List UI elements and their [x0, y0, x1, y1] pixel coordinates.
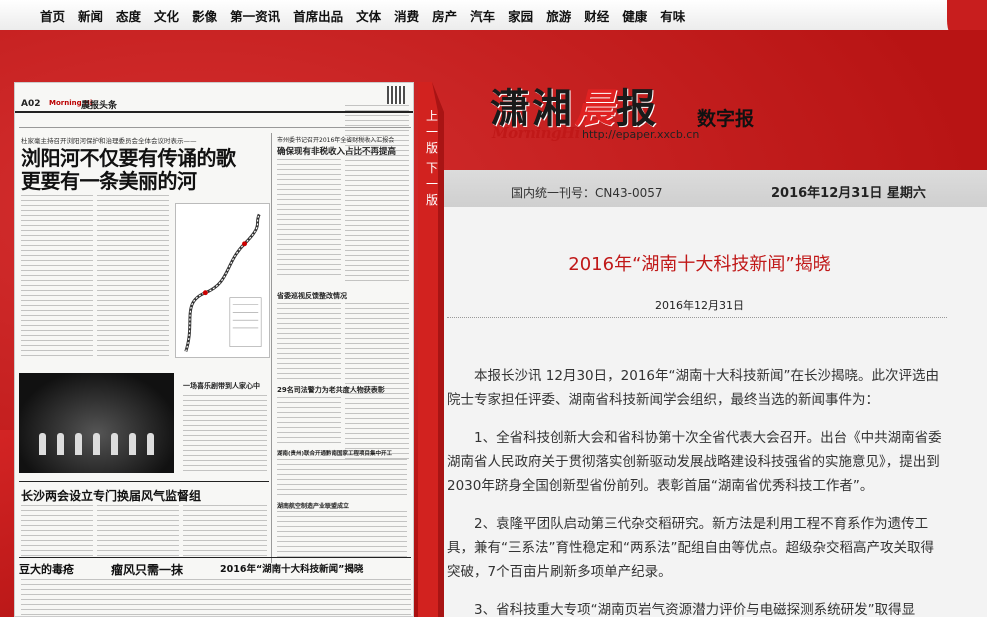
nav-item-health[interactable]: 健康	[622, 6, 647, 25]
lead-headline-line1: 浏阳河不仅要有传诵的歌	[21, 146, 236, 170]
article-paragraph: 3、省科技重大专项“湖南页岩气资源潜力评价与电磁探测系统研发”取得显	[474, 602, 916, 617]
nav-item-taste[interactable]: 有味	[660, 6, 685, 25]
photo-caption: 一场喜乐剧带到人家心中	[183, 382, 260, 390]
newspaper-page-thumbnail[interactable]: A02 Morning Hi 晨报头条 杜家毫主持召开浏阳河保护和治理委员会全体…	[14, 82, 414, 617]
column-divider	[271, 133, 272, 563]
lead-kicker: 杜家毫主持召开浏阳河保护和治理委员会全体会议时表示——	[21, 137, 197, 145]
text-column	[97, 195, 169, 360]
page-nav-tab: 上一版 下一版	[418, 82, 444, 617]
lead-headline-line2: 更要有一条美丽的河	[21, 169, 197, 193]
article-date: 2016年12月31日	[655, 299, 744, 312]
text-column	[345, 303, 409, 463]
top-nav-bar: 首页 新闻 态度 文化 影像 第一资讯 首席出品 文体 消费 房产 汽车 家园 …	[0, 0, 987, 30]
logo-english: MorningHi	[492, 124, 580, 142]
nav-item-auto[interactable]: 汽车	[470, 6, 495, 25]
mid-headline-4[interactable]: 湖南航空制造产业联盟成立	[277, 501, 349, 510]
qr-code-icon	[387, 86, 405, 104]
page-number: A02	[21, 99, 41, 109]
ad-headline-1[interactable]: 豆大的毒疮	[19, 561, 74, 577]
text-column	[277, 511, 407, 557]
issue-date: 2016年12月31日 星期六	[771, 186, 926, 201]
text-column	[21, 195, 93, 360]
bottom-article-headline[interactable]: 2016年“湖南十大科技新闻”揭晓	[220, 561, 363, 575]
stage-performance-photo[interactable]	[19, 373, 174, 473]
nav-item-travel[interactable]: 旅游	[546, 6, 571, 25]
text-column	[183, 505, 267, 557]
route-map-graphic	[184, 213, 262, 352]
logo-text-part2: 晨	[574, 85, 616, 132]
mid-headline-3[interactable]: 湖南(贵州)联合开通黔南国家工程项目集中开工	[277, 449, 392, 457]
lead-headline[interactable]: 浏阳河不仅要有传诵的歌 更要有一条美丽的河	[21, 147, 236, 193]
text-column	[277, 303, 341, 383]
text-column	[97, 505, 179, 557]
bottom-rule	[19, 557, 411, 558]
nav-item-sports[interactable]: 文体	[356, 6, 381, 25]
nav-item-news[interactable]: 新闻	[78, 6, 103, 25]
nav-item-image[interactable]: 影像	[192, 6, 217, 25]
article-title: 2016年“湖南十大科技新闻”揭晓	[568, 254, 831, 275]
digital-edition-label: 数字报	[697, 108, 755, 130]
nav-item-chief-production[interactable]: 首席出品	[293, 6, 343, 25]
main-nav: 首页 新闻 态度 文化 影像 第一资讯 首席出品 文体 消费 房产 汽车 家园 …	[40, 6, 698, 25]
nav-item-home[interactable]: 首页	[40, 6, 65, 25]
nav-item-consumer[interactable]: 消费	[394, 6, 419, 25]
nav-item-property[interactable]: 房产	[432, 6, 457, 25]
route-map-figure	[175, 203, 270, 358]
section-rule	[19, 481, 269, 482]
nav-item-finance[interactable]: 财经	[584, 6, 609, 25]
ad-headline-2[interactable]: 瘤风只需一抹	[111, 561, 183, 578]
text-column	[345, 105, 409, 285]
section-headline[interactable]: 长沙两会设立专门换届风气监督组	[21, 487, 201, 504]
nav-item-culture[interactable]: 文化	[154, 6, 179, 25]
text-column	[183, 395, 267, 475]
issn-number: 国内统一刊号：CN43-0057	[511, 186, 663, 200]
text-column	[277, 459, 407, 497]
mid-headline-1[interactable]: 省委巡视反馈整改情况	[277, 291, 347, 301]
logo-text-part3: 报	[616, 85, 658, 132]
nav-item-home-life[interactable]: 家园	[508, 6, 533, 25]
article-paragraph: 1、全省科技创新大会和省科协第十次全省代表大会召开。出台《中共湖南省委湖南省人民…	[447, 430, 942, 494]
section-name: 晨报头条	[81, 101, 118, 111]
text-column	[277, 397, 341, 447]
text-column	[21, 505, 93, 557]
nav-item-attitude[interactable]: 态度	[116, 6, 141, 25]
text-column	[277, 159, 341, 279]
article-body: 本报长沙讯 12月30日，2016年“湖南十大科技新闻”在长沙揭晓。此次评选由院…	[447, 364, 947, 617]
article-paragraph: 2、袁隆平团队启动第三代杂交稻研究。新方法是利用工程不育系作为遗传工具，兼有“三…	[447, 516, 934, 580]
next-page-button[interactable]: 下一版	[425, 160, 439, 208]
mid-headline-2[interactable]: 29名司法警力为老共度人物获表彰	[277, 385, 385, 395]
epaper-url[interactable]: http://epaper.xxcb.cn	[582, 128, 699, 141]
text-column	[21, 579, 411, 616]
title-divider	[447, 317, 947, 318]
prev-page-button[interactable]: 上一版	[425, 108, 439, 156]
nav-item-first-info[interactable]: 第一资讯	[230, 6, 280, 25]
article-paragraph: 本报长沙讯 12月30日，2016年“湖南十大科技新闻”在长沙揭晓。此次评选由院…	[447, 368, 939, 408]
